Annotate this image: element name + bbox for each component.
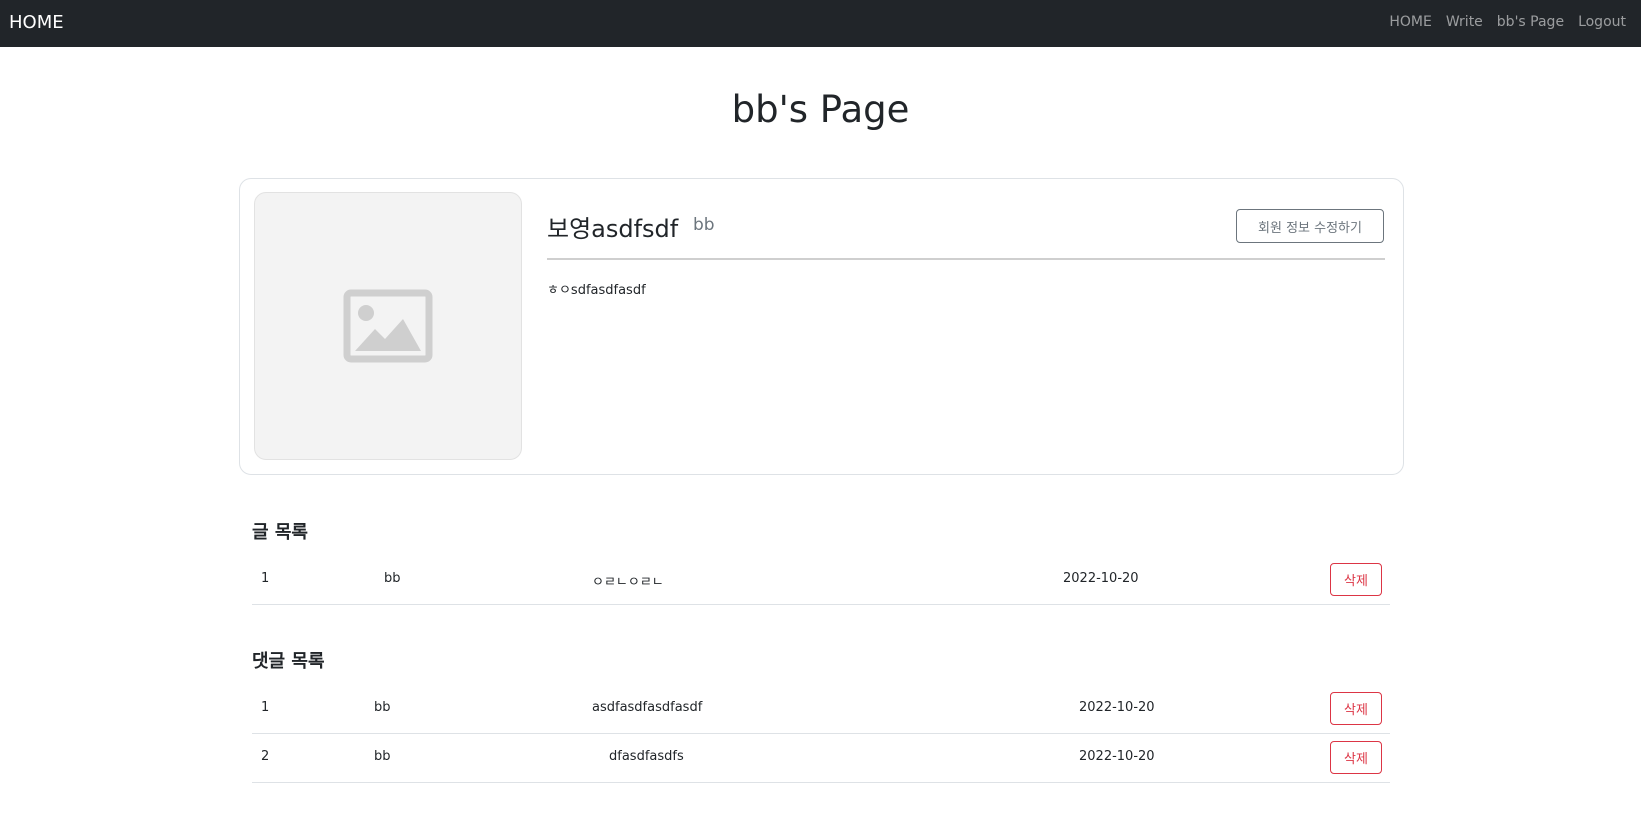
edit-profile-button[interactable]: 회원 정보 수정하기 (1236, 209, 1384, 243)
post-row: 1 bb ㅇㄹㄴㅇㄹㄴ 2022-10-20 삭제 (252, 555, 1390, 605)
post-author: bb (384, 571, 401, 586)
comment-row: 1 bb asdfasdfasdfasdf 2022-10-20 삭제 (252, 684, 1390, 734)
comment-row: 2 bb dfasdfasdfs 2022-10-20 삭제 (252, 733, 1390, 783)
comment-number: 2 (261, 749, 270, 764)
page-title: bb's Page (731, 88, 910, 131)
image-placeholder-icon (343, 289, 433, 363)
delete-comment-button[interactable]: 삭제 (1330, 741, 1382, 774)
comment-date: 2022-10-20 (1079, 749, 1155, 764)
comments-section-title: 댓글 목록 (252, 651, 325, 672)
comment-content[interactable]: dfasdfasdfs (609, 749, 684, 764)
comment-author: bb (374, 700, 391, 715)
profile-card: 보영asdfsdf bb 회원 정보 수정하기 ㅎㅇsdfasdfasdf (239, 178, 1404, 475)
nav-link-logout[interactable]: Logout (1578, 14, 1626, 30)
comment-number: 1 (261, 700, 270, 715)
nav-links: HOME Write bb's Page Logout (1389, 14, 1626, 30)
comment-content[interactable]: asdfasdfasdfasdf (592, 700, 702, 715)
profile-username: bb (693, 215, 715, 235)
post-date: 2022-10-20 (1063, 571, 1139, 586)
nav-link-write[interactable]: Write (1446, 14, 1483, 30)
delete-comment-button[interactable]: 삭제 (1330, 692, 1382, 725)
delete-post-button[interactable]: 삭제 (1330, 563, 1382, 596)
profile-name: 보영asdfsdf (547, 215, 679, 243)
comment-date: 2022-10-20 (1079, 700, 1155, 715)
posts-section-title: 글 목록 (252, 522, 308, 543)
navbar: HOME HOME Write bb's Page Logout (0, 0, 1641, 47)
nav-link-my-page[interactable]: bb's Page (1497, 14, 1564, 30)
comment-author: bb (374, 749, 391, 764)
post-title-link[interactable]: ㅇㄹㄴㅇㄹㄴ (592, 571, 664, 590)
profile-bio: ㅎㅇsdfasdfasdf (547, 283, 646, 298)
profile-divider (547, 258, 1385, 260)
brand-home-link[interactable]: HOME (9, 12, 64, 33)
profile-avatar (254, 192, 522, 460)
nav-link-home[interactable]: HOME (1389, 14, 1431, 30)
post-number: 1 (261, 571, 270, 586)
